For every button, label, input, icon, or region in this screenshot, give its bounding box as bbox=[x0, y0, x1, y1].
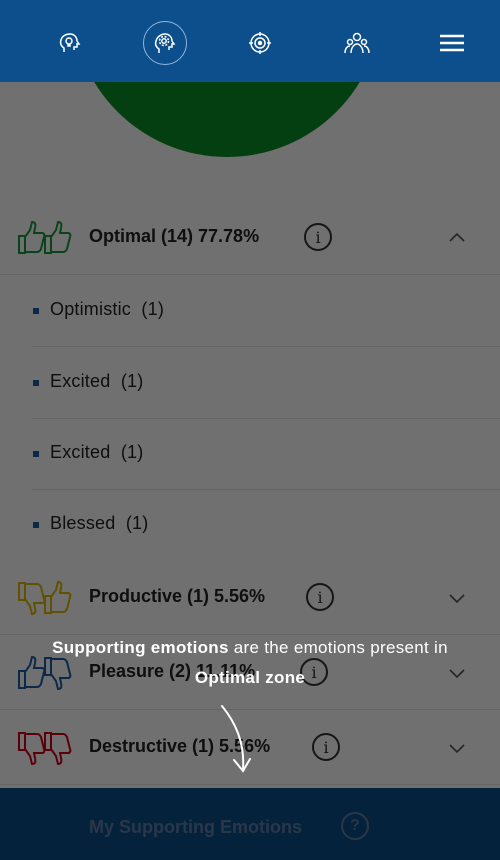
bullet bbox=[33, 380, 39, 386]
chevron-up-icon[interactable] bbox=[447, 228, 467, 248]
two-thumbs-down-icon bbox=[18, 732, 72, 766]
emotion-name: Blessed bbox=[50, 513, 116, 533]
bullet bbox=[33, 308, 39, 314]
coach-highlight: Supporting emotions bbox=[52, 638, 229, 657]
menu-button[interactable] bbox=[430, 21, 474, 65]
emotion-count: (1) bbox=[125, 513, 149, 533]
two-thumbs-up-icon bbox=[18, 220, 72, 254]
nav-target-button[interactable] bbox=[238, 21, 282, 65]
zone-row-productive[interactable]: Productive (1) 5.56% i bbox=[0, 560, 500, 635]
zone-row-optimal[interactable]: Optimal (14) 77.78% i bbox=[0, 200, 500, 275]
brain-gear-icon bbox=[154, 33, 176, 53]
coach-highlight-zone: Optimal zone bbox=[194, 668, 306, 687]
emotion-name: Optimistic bbox=[50, 299, 132, 319]
zone-label-optimal: Optimal (14) 77.78% bbox=[89, 226, 260, 246]
nav-lightbulb-head-button[interactable] bbox=[48, 21, 92, 65]
chevron-down-icon[interactable] bbox=[447, 738, 467, 758]
nav-people-button[interactable] bbox=[335, 21, 379, 65]
lightbulb-head-icon bbox=[59, 33, 81, 52]
thumb-down-thumb-up-icon bbox=[18, 580, 72, 616]
nav-brain-gear-button[interactable] bbox=[143, 21, 187, 65]
pie-chart-slice-optimal bbox=[72, 82, 382, 157]
help-icon[interactable]: ? bbox=[341, 812, 369, 840]
coach-mark-text: Supporting emotions are the emotions pre… bbox=[0, 633, 500, 693]
curved-arrow-icon bbox=[221, 705, 251, 773]
info-icon[interactable]: i bbox=[312, 733, 340, 761]
coach-sentence: are the emotions present in bbox=[228, 638, 448, 657]
list-item: Excited (1) bbox=[32, 347, 500, 419]
emotion-count: (1) bbox=[141, 299, 165, 319]
emotion-count: (1) bbox=[120, 442, 144, 462]
hamburger-menu-icon bbox=[440, 34, 464, 52]
my-supporting-emotions-button[interactable]: My Supporting Emotions bbox=[89, 817, 302, 838]
list-item: Excited (1) bbox=[32, 418, 500, 490]
people-icon bbox=[344, 32, 370, 54]
zone-label-productive: Productive (1) 5.56% bbox=[89, 586, 266, 606]
info-icon[interactable]: i bbox=[304, 223, 332, 251]
emotion-name: Excited bbox=[50, 442, 111, 462]
list-item: Blessed (1) bbox=[32, 489, 500, 561]
pie-chart-area bbox=[0, 82, 500, 200]
target-icon bbox=[249, 32, 271, 54]
bottom-bar: My Supporting Emotions ? bbox=[0, 788, 500, 860]
info-icon[interactable]: i bbox=[306, 583, 334, 611]
bullet bbox=[33, 522, 39, 528]
emotion-count: (1) bbox=[120, 371, 144, 391]
chevron-down-icon[interactable] bbox=[447, 588, 467, 608]
list-item: Optimistic (1) bbox=[32, 275, 500, 347]
emotion-name: Excited bbox=[50, 371, 111, 391]
bullet bbox=[33, 451, 39, 457]
top-nav-bar bbox=[0, 0, 500, 82]
